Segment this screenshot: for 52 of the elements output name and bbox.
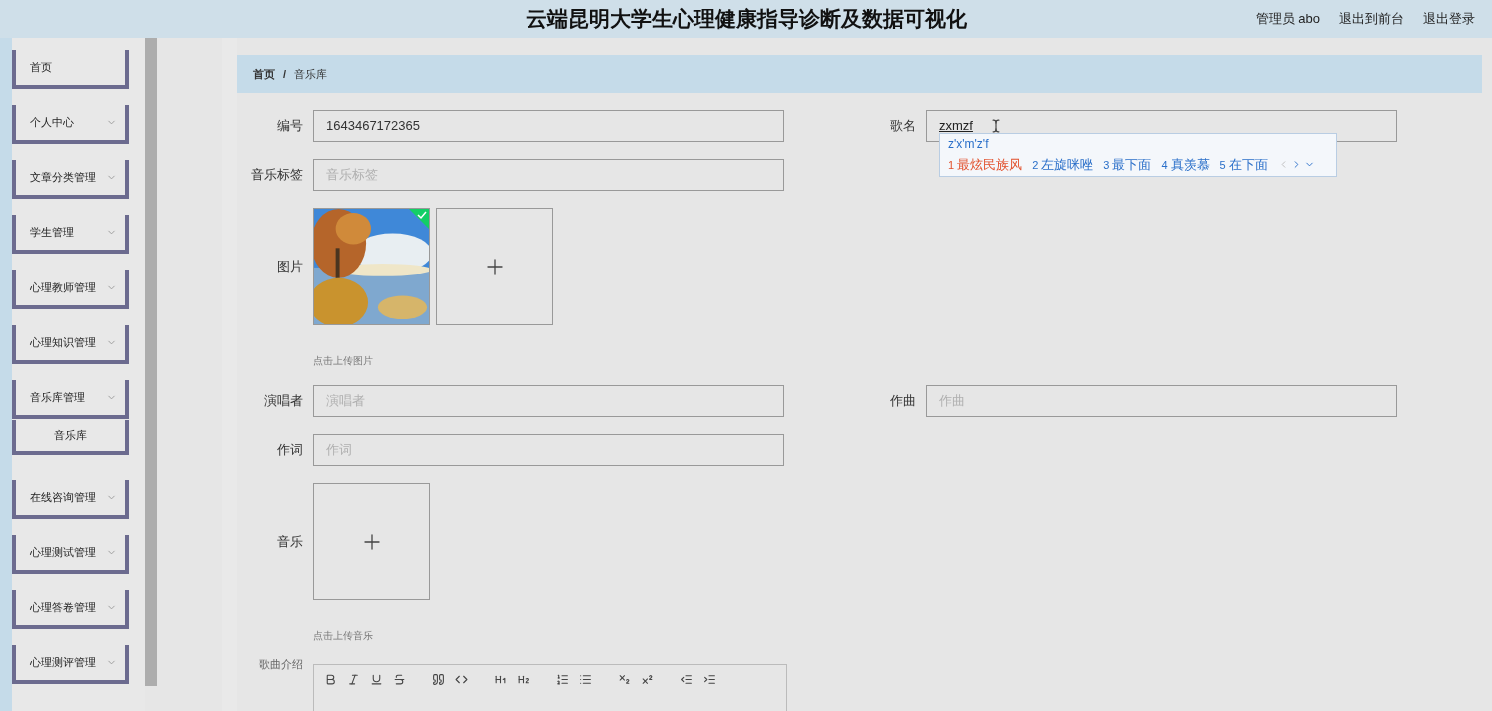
field-label: 歌名 (889, 117, 916, 136)
text-field[interactable]: 1643467172365 (313, 110, 784, 142)
menu-item[interactable]: 心理教师管理 (12, 270, 129, 309)
ime-candidate[interactable]: 2 左旋咪唑 (1032, 155, 1094, 175)
site-title: 云端昆明大学生心理健康指导诊断及数据可视化 (525, 6, 967, 33)
field-value: zxmzf (939, 117, 973, 136)
header-link[interactable]: 管理员 abo (1255, 9, 1320, 29)
menu-item[interactable]: 心理知识管理 (12, 325, 129, 364)
menu-item[interactable]: 学生管理 (12, 215, 129, 254)
ime-candidate[interactable]: 1 最炫民族风 (948, 155, 1023, 175)
field-label: 作词 (276, 441, 303, 460)
field-value: 1643467172365 (326, 117, 420, 136)
ime-candidate[interactable]: 3 最下面 (1103, 155, 1152, 175)
header-link[interactable]: 退出到前台 (1339, 9, 1404, 29)
menu-item[interactable]: 首页 (12, 50, 129, 89)
upload-hint: 点击上传图片 (313, 354, 374, 368)
quote-icon[interactable] (432, 673, 445, 686)
menu-item[interactable]: 在线咨询管理 (12, 480, 129, 519)
upload-hint: 点击上传音乐 (313, 629, 374, 643)
field-label: 音乐 (276, 532, 303, 551)
bold-icon[interactable] (324, 673, 337, 686)
ordered-list-icon[interactable] (556, 673, 569, 686)
ime-candidate[interactable]: 5 在下面 (1219, 155, 1268, 175)
field-label: 作曲 (889, 392, 916, 411)
ime-candidate[interactable]: 4 真羡慕 (1161, 155, 1210, 175)
menu-item[interactable]: 心理测评管理 (12, 645, 129, 684)
field-label: 图片 (276, 257, 303, 276)
heading-one-icon[interactable] (494, 673, 507, 686)
code-icon[interactable] (455, 673, 468, 686)
field-label: 编号 (276, 117, 303, 136)
menu-item[interactable]: 个人中心 (12, 105, 129, 144)
field-label: 音乐标签 (250, 166, 303, 185)
strikethrough-icon[interactable] (393, 673, 406, 686)
header-link[interactable]: 退出登录 (1423, 9, 1475, 29)
subscript-icon[interactable] (618, 673, 631, 686)
bullet-list-icon[interactable] (579, 673, 592, 686)
italic-icon[interactable] (347, 673, 360, 686)
superscript-icon[interactable] (641, 673, 654, 686)
breadcrumb-separator: / (283, 66, 287, 82)
menu-item[interactable]: 心理测试管理 (12, 535, 129, 574)
field-label: 歌曲介绍 (258, 657, 303, 672)
heading-two-icon[interactable] (517, 673, 530, 686)
menu-item[interactable]: 音乐库管理 (12, 380, 129, 419)
field-label: 演唱者 (263, 392, 303, 411)
outdent-icon[interactable] (680, 673, 693, 686)
breadcrumb-link[interactable]: 音乐库 (294, 65, 328, 83)
menu-item[interactable]: 心理答卷管理 (12, 590, 129, 629)
menu-item[interactable]: 文章分类管理 (12, 160, 129, 199)
indent-icon[interactable] (703, 673, 716, 686)
underline-icon[interactable] (370, 673, 383, 686)
submenu-item[interactable]: 音乐库 (12, 420, 129, 455)
breadcrumb-link[interactable]: 首页 (253, 65, 275, 83)
